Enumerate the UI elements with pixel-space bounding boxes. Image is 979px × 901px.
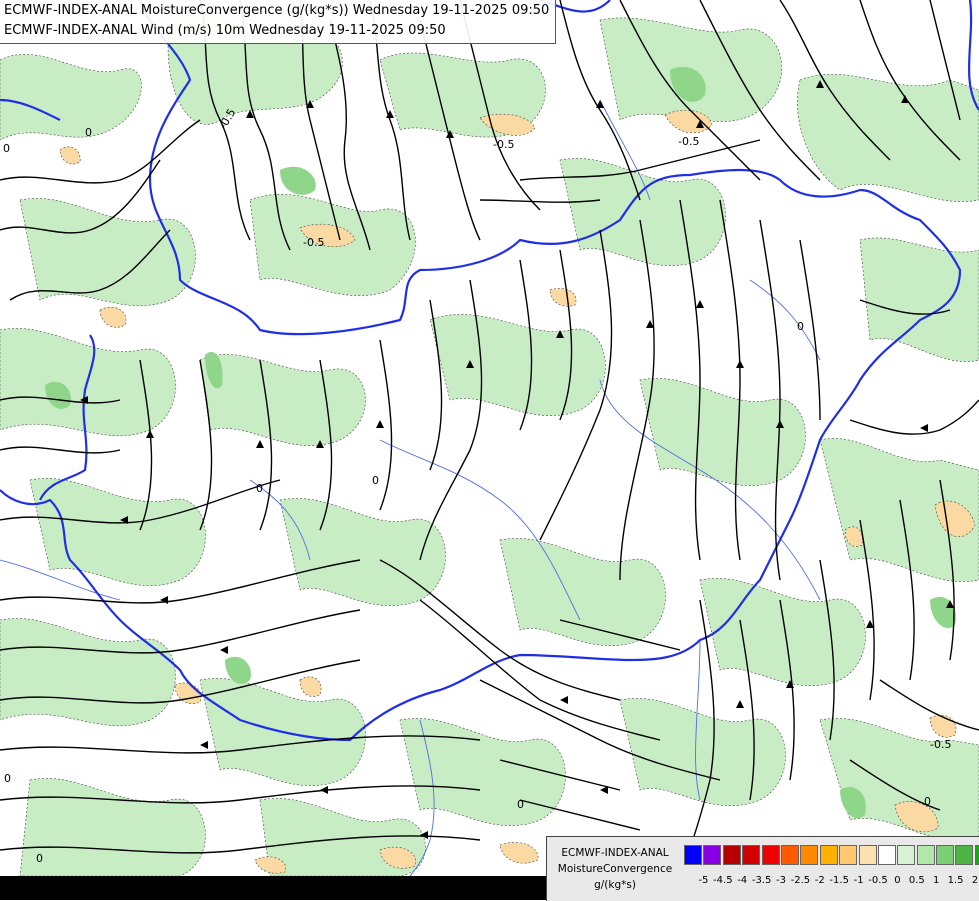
contour-label: 0	[517, 798, 524, 811]
legend-tick-label: 1.5	[947, 875, 964, 886]
contour-label: 0	[256, 482, 263, 495]
legend-tick-label: -1.5	[829, 875, 849, 886]
legend-swatches	[684, 845, 979, 865]
contour-label: -0.5	[493, 138, 514, 151]
legend-tick-labels: -5 -4.5 -4 -3.5 -3 -2.5 -2 -1.5 -1 -0.5 0 0.5 1 1.5 2	[684, 869, 979, 889]
legend-tick-label: -0.5	[868, 875, 888, 886]
legend-model-name: ECMWF-INDEX-ANAL	[561, 847, 669, 859]
contour-label: -0.5	[930, 738, 951, 751]
legend-swatch	[955, 845, 974, 865]
legend-swatch	[974, 845, 979, 865]
title-moisture-convergence: ECMWF-INDEX-ANAL MoistureConvergence (g/…	[4, 3, 550, 18]
legend-swatch	[936, 845, 955, 865]
legend-tick-label: 0	[894, 875, 901, 886]
weather-map: -0.5 -0.5 -0.5 -0.5 -0.5 0 0 0 0 0 0 0 0…	[0, 0, 979, 900]
map-title-box: ECMWF-INDEX-ANAL MoistureConvergence (g/…	[0, 0, 557, 44]
legend-tick-label: -5	[698, 875, 709, 886]
legend-swatch	[800, 845, 819, 865]
legend-swatch	[761, 845, 780, 865]
legend-parameter-name: MoistureConvergence	[557, 863, 673, 875]
legend-swatch	[839, 845, 858, 865]
legend-swatch	[916, 845, 935, 865]
contour-label: 0	[372, 474, 379, 487]
contour-label: -0.5	[678, 135, 699, 148]
contour-label: 0	[924, 795, 931, 808]
contour-label: 0	[4, 772, 11, 785]
legend-tick-label: -3.5	[751, 875, 772, 886]
legend-tick-label: 2	[971, 875, 979, 886]
legend-swatch	[858, 845, 877, 865]
title-wind: ECMWF-INDEX-ANAL Wind (m/s) 10m Wednesda…	[4, 23, 446, 38]
legend-swatch	[742, 845, 761, 865]
legend-swatch	[897, 845, 916, 865]
legend-tick-label: -4.5	[713, 875, 733, 886]
legend-tick-label: 1	[933, 875, 940, 886]
contour-label: 0	[3, 142, 10, 155]
legend-swatch	[703, 845, 722, 865]
contour-label: 0	[797, 320, 804, 333]
legend-tick-label: -2	[814, 875, 825, 886]
contour-label: -0.5	[303, 236, 324, 249]
legend-tick-label: -1	[853, 875, 864, 886]
legend-units: g/(kg*s)	[594, 879, 636, 891]
legend-tick-label: -2.5	[790, 875, 811, 886]
legend-tick-label: 0.5	[908, 875, 925, 886]
contour-label: 0	[36, 852, 43, 865]
legend-tick-label: -3	[776, 875, 786, 886]
legend-title: ECMWF-INDEX-ANAL MoistureConvergence g/(…	[551, 845, 679, 893]
color-legend: ECMWF-INDEX-ANAL MoistureConvergence g/(…	[546, 836, 979, 901]
legend-swatch	[722, 845, 741, 865]
legend-swatch	[877, 845, 896, 865]
legend-swatch	[780, 845, 799, 865]
legend-tick-label: -4	[737, 875, 748, 886]
legend-swatch	[684, 845, 702, 865]
contour-label: 0	[85, 126, 92, 139]
legend-swatch	[819, 845, 838, 865]
